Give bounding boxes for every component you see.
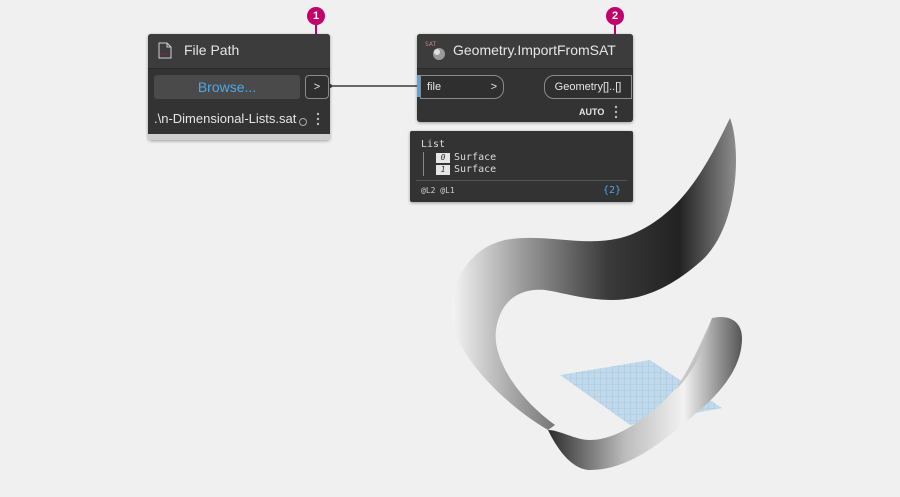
output-port-geometry[interactable]: Geometry[]..[] bbox=[544, 75, 632, 99]
file-path-node[interactable]: File Path Browse... > .\n-Dimensional-Li… bbox=[148, 34, 330, 140]
input-port-label: file bbox=[427, 81, 442, 93]
lacing-label[interactable]: AUTO bbox=[579, 107, 604, 117]
output-port-label: > bbox=[313, 81, 321, 93]
watch-divider bbox=[416, 180, 627, 181]
list-header: List bbox=[421, 139, 446, 150]
node-header[interactable]: SAT Geometry.ImportFromSAT bbox=[417, 34, 633, 69]
sat-geometry-icon: SAT bbox=[425, 39, 449, 68]
browse-button[interactable]: Browse... bbox=[154, 75, 300, 99]
input-port-arrow: > bbox=[490, 81, 497, 93]
input-port-file[interactable]: file > bbox=[420, 75, 504, 99]
list-levels: @L2 @L1 bbox=[421, 186, 455, 195]
output-port[interactable]: > bbox=[305, 75, 329, 99]
list-item: 0 Surface bbox=[436, 152, 496, 163]
list-count: {2} bbox=[602, 185, 621, 196]
list-index: 1 bbox=[436, 165, 450, 175]
graph-canvas[interactable]: 1 2 File Path Browse... > .\n-Dimensiona… bbox=[0, 0, 900, 497]
list-item: 1 Surface bbox=[436, 164, 496, 175]
list-index: 0 bbox=[436, 153, 450, 163]
list-item-label: Surface bbox=[454, 164, 497, 175]
svg-text:SAT: SAT bbox=[425, 41, 437, 48]
list-item-label: Surface bbox=[454, 152, 497, 163]
browse-label: Browse... bbox=[197, 79, 257, 95]
preview-bar bbox=[148, 134, 330, 140]
file-path-value: .\n-Dimensional-Lists.sat bbox=[154, 111, 297, 126]
node-title: File Path bbox=[184, 42, 240, 58]
link-icon[interactable] bbox=[298, 114, 308, 132]
more-vertical-icon[interactable] bbox=[316, 112, 320, 131]
list-tree-line bbox=[423, 152, 424, 176]
preview-bubble[interactable]: List 0 Surface 1 Surface @L2 @L1 {2} bbox=[410, 131, 633, 202]
more-vertical-icon[interactable] bbox=[614, 105, 618, 124]
file-icon bbox=[158, 42, 172, 64]
node-title: Geometry.ImportFromSAT bbox=[453, 42, 616, 58]
callout-1: 1 bbox=[307, 7, 325, 25]
node-header[interactable]: File Path bbox=[148, 34, 330, 69]
output-port-label: Geometry[]..[] bbox=[554, 81, 622, 93]
callout-2: 2 bbox=[606, 7, 624, 25]
import-from-sat-node[interactable]: SAT Geometry.ImportFromSAT file > Geomet… bbox=[417, 34, 633, 122]
